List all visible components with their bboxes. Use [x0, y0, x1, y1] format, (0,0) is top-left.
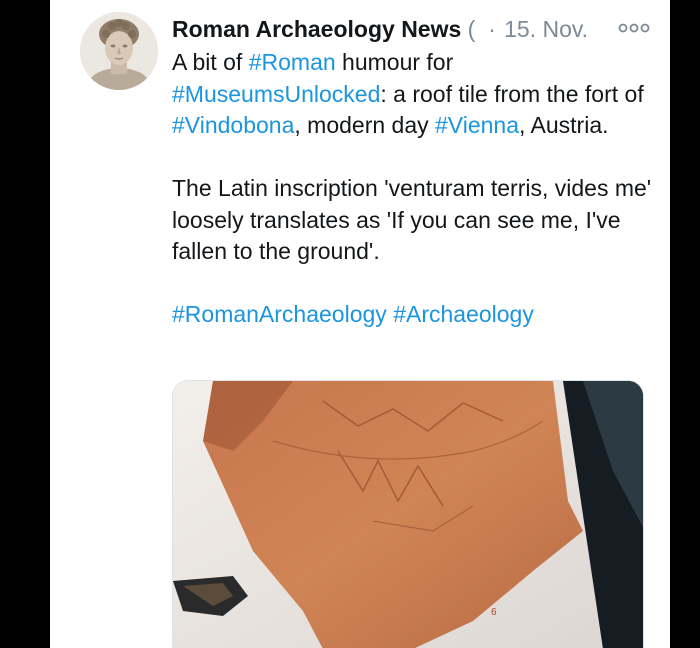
- exhibit-number-label: 6: [491, 607, 497, 618]
- text-segment: , Austria.: [519, 112, 609, 138]
- hashtag-roman[interactable]: #Roman: [249, 49, 336, 75]
- text-segment: : a roof tile from the fort of: [380, 80, 644, 107]
- hashtag-vienna[interactable]: #Vienna: [435, 112, 519, 138]
- separator-dot: ·: [488, 16, 496, 42]
- text-segment: , modern day: [294, 112, 436, 138]
- tweet-media-image[interactable]: 6: [172, 380, 644, 648]
- tweet-text: A bit of #Roman humour for #MuseumsUnlock…: [172, 47, 652, 331]
- text-segment: A bit of: [172, 49, 249, 75]
- hashtag-archaeology[interactable]: #Archaeology: [393, 301, 534, 327]
- avatar[interactable]: [80, 12, 158, 90]
- tweet-paragraph-1: A bit of #Roman humour for #MuseumsUnlock…: [172, 47, 652, 142]
- roof-tile-photo: 6: [173, 381, 643, 648]
- tweet-date[interactable]: 15. Nov.: [504, 16, 588, 42]
- handle[interactable]: (: [468, 14, 480, 44]
- more-options-icon[interactable]: [616, 20, 652, 36]
- roman-bust-icon: [80, 12, 158, 90]
- hashtag-romanarchaeology[interactable]: #RomanArchaeology: [172, 301, 387, 327]
- text-segment: humour for: [335, 49, 454, 75]
- display-name[interactable]: Roman Archaeology News: [172, 16, 461, 42]
- tweet-paragraph-2: The Latin inscription 'venturam terris, …: [172, 175, 652, 264]
- tweet-paragraph-3: #RomanArchaeology #Archaeology: [172, 299, 652, 331]
- hashtag-museumsunlocked[interactable]: #MuseumsUnlocked: [172, 81, 380, 107]
- tweet-card: Roman Archaeology News ( · 15. Nov. A bi…: [50, 0, 670, 648]
- hashtag-vindobona[interactable]: #Vindobona: [172, 112, 294, 138]
- ellipsis-icon: [618, 23, 650, 33]
- tweet-header: Roman Archaeology News ( · 15. Nov.: [172, 14, 642, 44]
